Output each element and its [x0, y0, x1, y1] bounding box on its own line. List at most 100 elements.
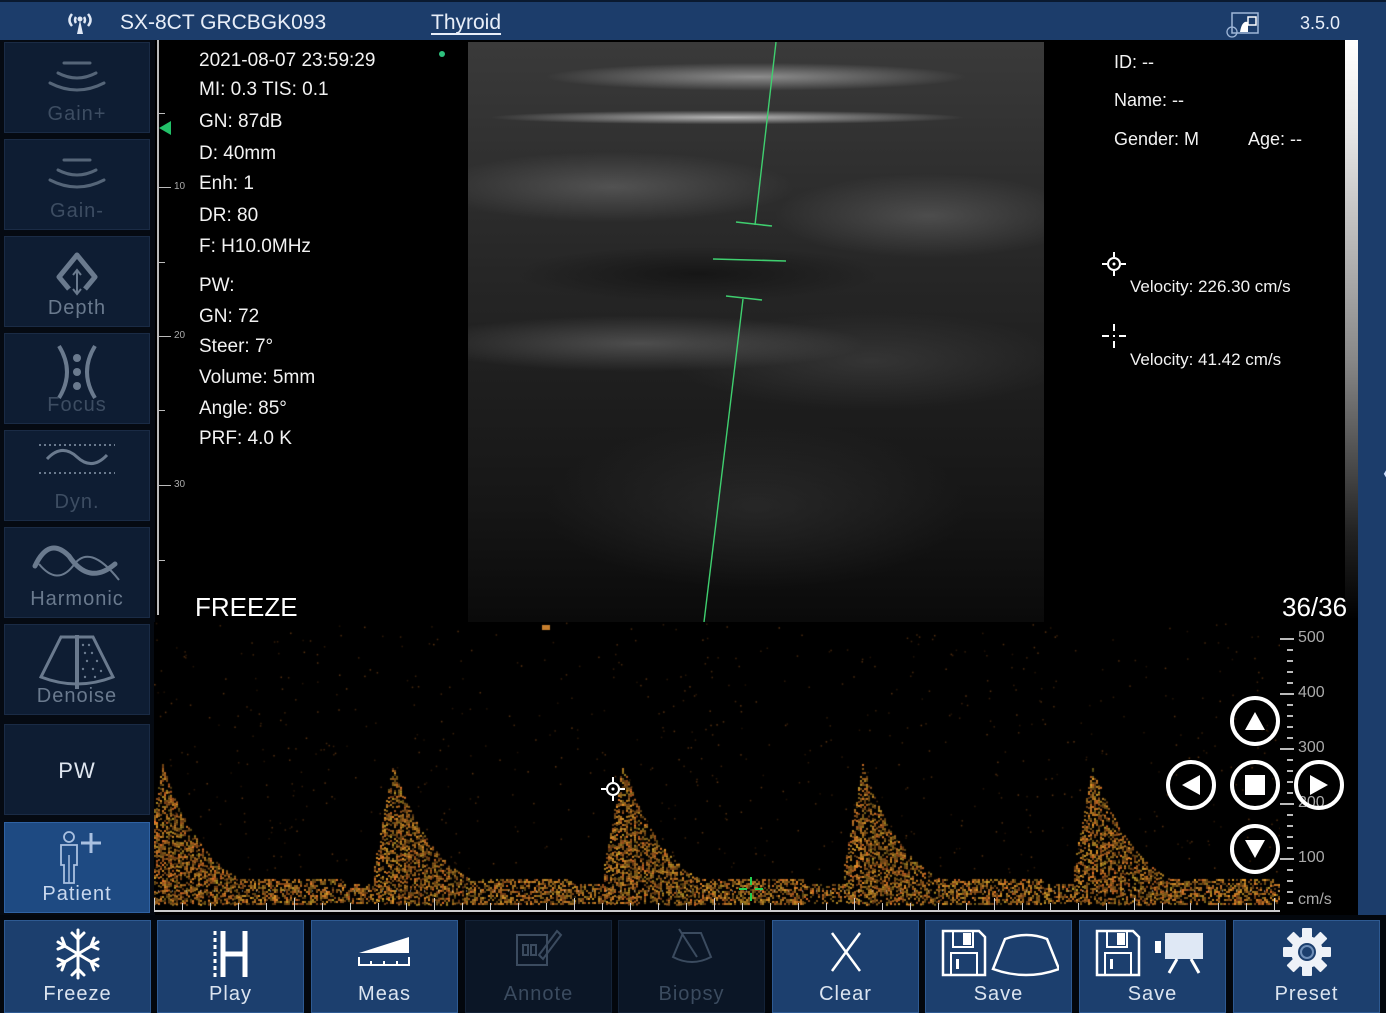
frame-counter: 36/36	[1282, 592, 1348, 622]
annotate-button[interactable]: Annote	[465, 920, 612, 1013]
velocity-minor-tick	[1287, 704, 1293, 706]
velocity-minor-tick	[1287, 649, 1293, 651]
time-tick	[434, 898, 435, 910]
right-collapse-panel[interactable]: 〈	[1358, 40, 1386, 915]
gain-minus-label: Gain-	[50, 200, 104, 222]
annotate-icon	[515, 929, 562, 966]
bmode-image[interactable]	[468, 42, 1044, 622]
play-button[interactable]: Play	[157, 920, 304, 1013]
biopsy-button[interactable]: Biopsy	[618, 920, 765, 1013]
chevron-left-icon[interactable]: 〈	[1365, 450, 1386, 496]
patient-label: Patient	[42, 883, 112, 905]
move-left-button[interactable]	[1166, 760, 1216, 810]
focus-button[interactable]: Focus	[4, 333, 150, 424]
snowflake-icon	[56, 928, 99, 980]
velocity-label-400: 400	[1298, 684, 1325, 701]
crosshair-dashed-icon	[1102, 324, 1126, 348]
harmonic-button[interactable]: Harmonic	[4, 527, 150, 618]
doppler-cursor-line[interactable]	[754, 42, 777, 226]
time-tick	[714, 898, 715, 910]
move-right-button[interactable]	[1294, 760, 1344, 810]
pw-gain-value: GN: 72	[199, 306, 260, 327]
freeze-button[interactable]: Freeze	[4, 920, 151, 1013]
preset-button[interactable]: Preset	[1233, 920, 1380, 1013]
measure-button[interactable]: Meas	[311, 920, 458, 1013]
denoise-button[interactable]: Denoise	[4, 624, 150, 715]
clear-x-icon	[830, 932, 861, 972]
doppler-spectrum[interactable]	[154, 622, 1280, 912]
play-label: Play	[209, 983, 252, 1005]
patient-add-icon	[60, 831, 101, 884]
mi-tis: MI: 0.3 TIS: 0.1	[199, 79, 329, 100]
save-image-button[interactable]: Save	[925, 920, 1072, 1013]
enhance-value: Enh: 1	[199, 173, 254, 194]
time-tick	[938, 903, 939, 910]
velocity-major-tick	[1280, 858, 1294, 860]
time-tick	[1106, 903, 1107, 910]
peak-velocity-marker[interactable]	[600, 776, 626, 802]
triangle-down-icon	[1245, 840, 1265, 858]
time-tick	[518, 903, 519, 910]
time-tick	[1134, 898, 1135, 910]
time-tick	[1190, 903, 1191, 910]
patient-button[interactable]: Patient	[4, 822, 150, 913]
angle-correction-line[interactable]	[712, 258, 787, 262]
depth-button[interactable]: Depth	[4, 236, 150, 327]
time-tick	[350, 903, 351, 910]
wireless-probe-icon	[68, 13, 92, 34]
triangle-left-icon	[1182, 775, 1200, 795]
pw-header: PW:	[199, 275, 235, 296]
time-tick	[462, 903, 463, 910]
freeze-label: Freeze	[43, 983, 112, 1005]
time-tick	[882, 903, 883, 910]
exam-preset-link[interactable]: Thyroid	[431, 11, 501, 35]
velocity-minor-tick	[1287, 770, 1293, 772]
measure-label: Meas	[358, 983, 411, 1005]
velocity-minor-tick	[1287, 682, 1293, 684]
preset-label: Preset	[1274, 983, 1339, 1005]
denoise-label: Denoise	[36, 685, 118, 707]
time-tick	[854, 898, 855, 910]
dynamic-range-value: DR: 80	[199, 205, 259, 226]
time-tick	[1274, 898, 1275, 910]
save-image-icon	[941, 929, 1059, 977]
move-up-button[interactable]	[1230, 696, 1280, 746]
left-sidebar: Gain+ Gain- Depth Focus Dyn. Harmonic De…	[0, 40, 155, 915]
prf-value: PRF: 4.0 K	[199, 428, 292, 449]
gain-minus-button[interactable]: Gain-	[4, 139, 150, 230]
time-tick	[322, 903, 323, 910]
time-tick	[742, 903, 743, 910]
depth-tick	[159, 560, 165, 561]
gain-down-icon	[48, 158, 106, 189]
pw-mode-button[interactable]: PW	[4, 724, 150, 815]
save-video-button[interactable]: Save	[1079, 920, 1226, 1013]
time-tick	[378, 903, 379, 910]
screen-share-icon[interactable]	[1226, 10, 1262, 38]
velocity-minor-tick	[1287, 869, 1293, 871]
velocity-minor-tick	[1287, 847, 1293, 849]
depth-label-10: 10	[174, 181, 186, 192]
time-tick	[574, 898, 575, 910]
stop-button[interactable]	[1230, 760, 1280, 810]
focus-position-marker[interactable]	[159, 121, 171, 135]
patient-id: ID: --	[1114, 52, 1154, 72]
time-tick	[266, 903, 267, 910]
orientation-marker	[439, 51, 445, 57]
velocity-major-tick	[1280, 638, 1294, 640]
time-tick	[210, 903, 211, 910]
velocity-minor-tick	[1287, 660, 1293, 662]
save-video-label: Save	[1127, 983, 1178, 1005]
time-tick	[966, 903, 967, 910]
end-diastolic-marker[interactable]	[738, 876, 764, 902]
move-down-button[interactable]	[1230, 824, 1280, 874]
clear-button[interactable]: Clear	[772, 920, 919, 1013]
harmonic-label: Harmonic	[30, 588, 124, 610]
velocity-label-500: 500	[1298, 629, 1325, 646]
dynamic-range-button[interactable]: Dyn.	[4, 430, 150, 521]
velocity-label-100: 100	[1298, 849, 1325, 866]
time-tick	[630, 903, 631, 910]
depth-label-20: 20	[174, 330, 186, 341]
pw-sample-gate[interactable]	[468, 42, 1044, 622]
time-tick	[686, 903, 687, 910]
gain-plus-button[interactable]: Gain+	[4, 42, 150, 133]
